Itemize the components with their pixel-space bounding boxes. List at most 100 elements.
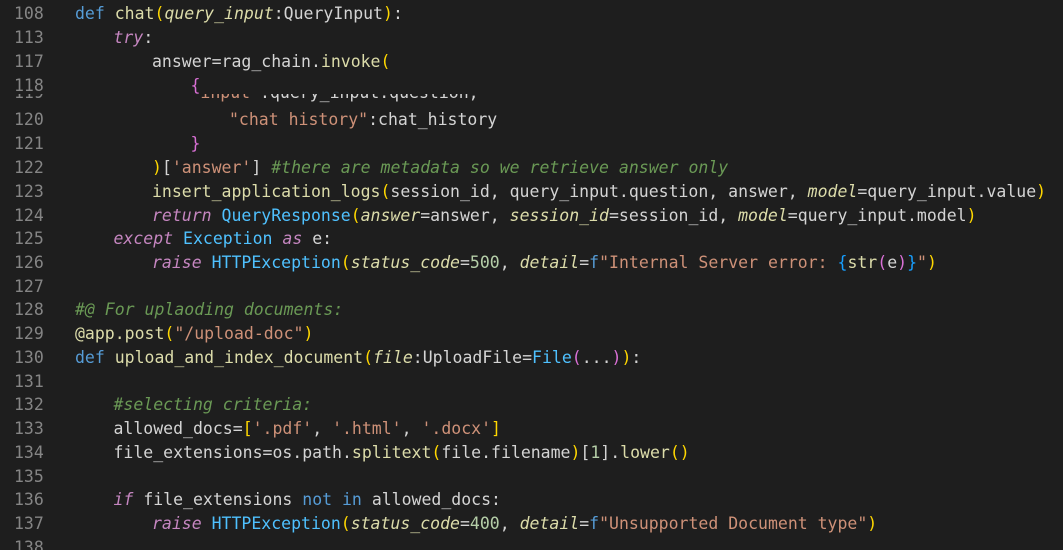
code-token: splitext	[351, 443, 432, 462]
code-token: #@ For uplaoding documents:	[75, 300, 344, 319]
line-number: 117	[14, 52, 44, 71]
code-token: query_input	[164, 4, 274, 23]
code-token: File	[532, 348, 572, 367]
code-token: {	[190, 76, 201, 95]
code-token: )	[1036, 182, 1047, 201]
line-number: 130	[14, 348, 44, 367]
code-token: (	[431, 443, 442, 462]
code-token: status_code	[350, 253, 460, 272]
code-token: (	[363, 348, 374, 367]
line-number: 120	[14, 110, 44, 129]
code-token: session_id	[509, 206, 609, 225]
line-number: 128	[14, 300, 44, 319]
code-token: chat	[114, 4, 155, 23]
code-line[interactable]: 108 def chat(query_input:QueryInput):	[0, 2, 1063, 26]
code-token: =	[579, 253, 590, 272]
code-token: def	[75, 4, 115, 23]
code-token: (	[571, 348, 582, 367]
code-token: 500	[469, 253, 500, 272]
code-token: )	[897, 253, 908, 272]
code-line[interactable]: 127	[0, 275, 1063, 299]
code-token: (	[380, 52, 391, 71]
code-text: allowed_docs=['.pdf', '.html', '.docx']	[114, 417, 501, 441]
code-line[interactable]: 120 "chat history":chat_history	[0, 108, 1063, 132]
code-token: =query_input.value	[857, 182, 1037, 201]
code-token: e	[887, 253, 898, 272]
code-token: ,	[499, 253, 520, 272]
code-token: def	[75, 348, 115, 367]
code-text: "chat history":chat_history	[229, 108, 497, 132]
code-token: str	[847, 253, 878, 272]
code-token: '.docx'	[421, 419, 492, 438]
code-line[interactable]: 124 return QueryResponse(answer=answer, s…	[0, 204, 1063, 228]
code-text: return QueryResponse(answer=answer, sess…	[152, 204, 977, 228]
code-token: (	[340, 253, 351, 272]
code-token: )	[926, 253, 937, 272]
code-token: :query_input.question,	[260, 94, 479, 102]
code-line[interactable]: 132 #selecting criteria:	[0, 393, 1063, 417]
code-token: 'answer'	[171, 158, 252, 177]
code-token: detail	[519, 253, 580, 272]
code-token: )	[152, 158, 162, 177]
code-token: HTTPException	[211, 253, 341, 272]
line-number: 113	[14, 28, 44, 47]
code-line[interactable]: 117 answer=rag_chain.invoke(	[0, 50, 1063, 74]
code-text: def chat(query_input:QueryInput):	[75, 2, 403, 26]
code-token: =session_id,	[608, 206, 739, 225]
code-token: session_id, query_input.question, answer…	[390, 182, 808, 201]
code-line[interactable]: 122)['answer'] #there are metadata so we…	[0, 156, 1063, 180]
code-line[interactable]: 125 except Exception as e:	[0, 227, 1063, 251]
code-token: file	[373, 348, 413, 367]
code-token: )	[383, 4, 393, 23]
code-token: ,	[312, 419, 333, 438]
code-token: (	[164, 324, 175, 343]
code-token: raise	[152, 253, 212, 272]
code-line[interactable]: 137 raise HTTPException(status_code=400, …	[0, 512, 1063, 536]
code-token: (	[350, 206, 361, 225]
code-text: file_extensions=os.path.splitext(file.fi…	[114, 441, 690, 465]
code-token: =	[459, 514, 470, 533]
code-text: if file_extensions not in allowed_docs:	[114, 488, 501, 512]
code-token: )	[570, 443, 581, 462]
code-token: ()	[669, 443, 690, 462]
code-token: upload_and_index_document	[114, 348, 364, 367]
code-token: file.filename	[441, 443, 571, 462]
code-token: )	[867, 514, 878, 533]
line-number: 127	[14, 277, 44, 296]
code-text: insert_application_logs(session_id, quer…	[152, 180, 1046, 204]
code-editor[interactable]: 108 def chat(query_input:QueryInput): 113 t…	[0, 0, 1063, 550]
code-line[interactable]: 133 allowed_docs=['.pdf', '.html', '.docx…	[0, 417, 1063, 441]
code-line[interactable]: 113 try:	[0, 26, 1063, 50]
code-line[interactable]: 128 #@ For uplaoding documents:	[0, 298, 1063, 322]
code-line[interactable]: 136 if file_extensions not in allowed_doc…	[0, 488, 1063, 512]
line-number: 123	[14, 182, 44, 201]
code-token: }	[907, 253, 917, 272]
code-line[interactable]: 134 file_extensions=os.path.splitext(file…	[0, 441, 1063, 465]
code-line[interactable]: 135	[0, 465, 1063, 489]
code-token: file_extensions	[143, 490, 303, 509]
code-token: e:	[312, 229, 333, 248]
code-line[interactable]: 131	[0, 370, 1063, 394]
code-token: )	[966, 206, 977, 225]
line-number: 124	[14, 206, 44, 225]
line-number: 125	[14, 229, 44, 248]
code-token: allowed_docs=	[113, 419, 243, 438]
code-token: :chat_history	[368, 110, 498, 129]
code-line[interactable]: 126 raise HTTPException(status_code=500, …	[0, 251, 1063, 275]
code-line[interactable]: 138	[0, 536, 1063, 550]
code-token: "/upload-doc"	[174, 324, 304, 343]
code-line[interactable]: 121}	[0, 132, 1063, 156]
code-text: raise HTTPException(status_code=400, det…	[152, 512, 877, 536]
line-number: 137	[14, 514, 44, 533]
code-line[interactable]: 123 insert_application_logs(session_id, q…	[0, 180, 1063, 204]
line-number: 135	[14, 467, 44, 486]
code-token: 400	[469, 514, 500, 533]
code-line[interactable]: 130 def upload_and_index_document(file:Up…	[0, 346, 1063, 370]
code-line[interactable]: 119 "input":query_input.question,	[0, 94, 1063, 106]
code-token: ]	[491, 419, 501, 438]
line-number: 121	[14, 134, 44, 153]
code-text: answer=rag_chain.invoke(	[152, 50, 390, 74]
code-token: ]	[251, 158, 272, 177]
code-token: :	[631, 348, 642, 367]
code-line[interactable]: 129 @app.post("/upload-doc")	[0, 322, 1063, 346]
